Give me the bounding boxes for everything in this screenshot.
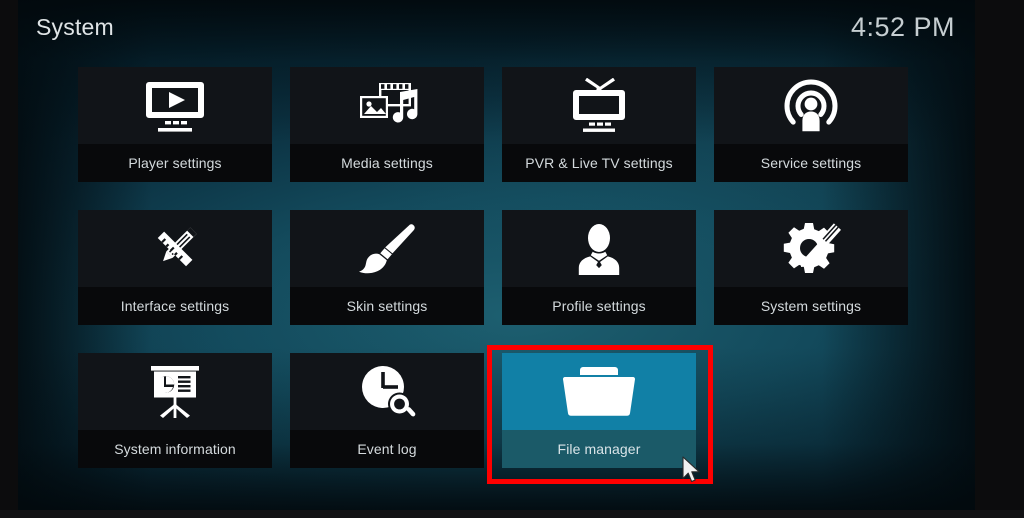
- window-bottom-border: [0, 510, 1024, 518]
- tile-pvr-live-tv-settings[interactable]: PVR & Live TV settings: [502, 67, 696, 182]
- clock-search-icon: [290, 353, 484, 430]
- tile-label: System information: [78, 430, 272, 468]
- kodi-screen: System 4:52 PM Player settings Media set…: [18, 0, 975, 510]
- tile-skin-settings[interactable]: Skin settings: [290, 210, 484, 325]
- paintbrush-icon: [290, 210, 484, 287]
- tile-profile-settings[interactable]: Profile settings: [502, 210, 696, 325]
- header-bar: System 4:52 PM: [18, 0, 975, 62]
- tile-label: Player settings: [78, 144, 272, 182]
- tile-file-manager[interactable]: File manager: [502, 353, 696, 468]
- tile-label: Event log: [290, 430, 484, 468]
- tile-label: File manager: [502, 430, 696, 468]
- mouse-cursor: [682, 456, 704, 486]
- tile-label: Skin settings: [290, 287, 484, 325]
- tile-label: Profile settings: [502, 287, 696, 325]
- pencil-ruler-icon: [78, 210, 272, 287]
- tile-label: System settings: [714, 287, 908, 325]
- clock-label: 4:52 PM: [850, 12, 955, 42]
- user-silhouette-icon: [502, 210, 696, 287]
- tile-event-log[interactable]: Event log: [290, 353, 484, 468]
- tile-empty-slot: [714, 353, 908, 468]
- gear-screwdriver-icon: [714, 210, 908, 287]
- window-right-border: [975, 0, 1024, 518]
- tile-label: Interface settings: [78, 287, 272, 325]
- tile-system-information[interactable]: System information: [78, 353, 272, 468]
- monitor-play-icon: [78, 67, 272, 144]
- media-filmstrip-icon: [290, 67, 484, 144]
- tile-system-settings[interactable]: System settings: [714, 210, 908, 325]
- settings-tile-grid: Player settings Media settings PVR & Liv…: [78, 67, 918, 468]
- kodi-window: System 4:52 PM Player settings Media set…: [0, 0, 1024, 518]
- tile-label: Service settings: [714, 144, 908, 182]
- presentation-chart-icon: [78, 353, 272, 430]
- broadcast-person-icon: [714, 67, 908, 144]
- folder-icon: [502, 353, 696, 430]
- tile-service-settings[interactable]: Service settings: [714, 67, 908, 182]
- tile-player-settings[interactable]: Player settings: [78, 67, 272, 182]
- window-left-border: [0, 0, 18, 518]
- tile-label: PVR & Live TV settings: [502, 144, 696, 182]
- page-title: System: [36, 14, 114, 40]
- tile-media-settings[interactable]: Media settings: [290, 67, 484, 182]
- tile-interface-settings[interactable]: Interface settings: [78, 210, 272, 325]
- tile-label: Media settings: [290, 144, 484, 182]
- television-antenna-icon: [502, 67, 696, 144]
